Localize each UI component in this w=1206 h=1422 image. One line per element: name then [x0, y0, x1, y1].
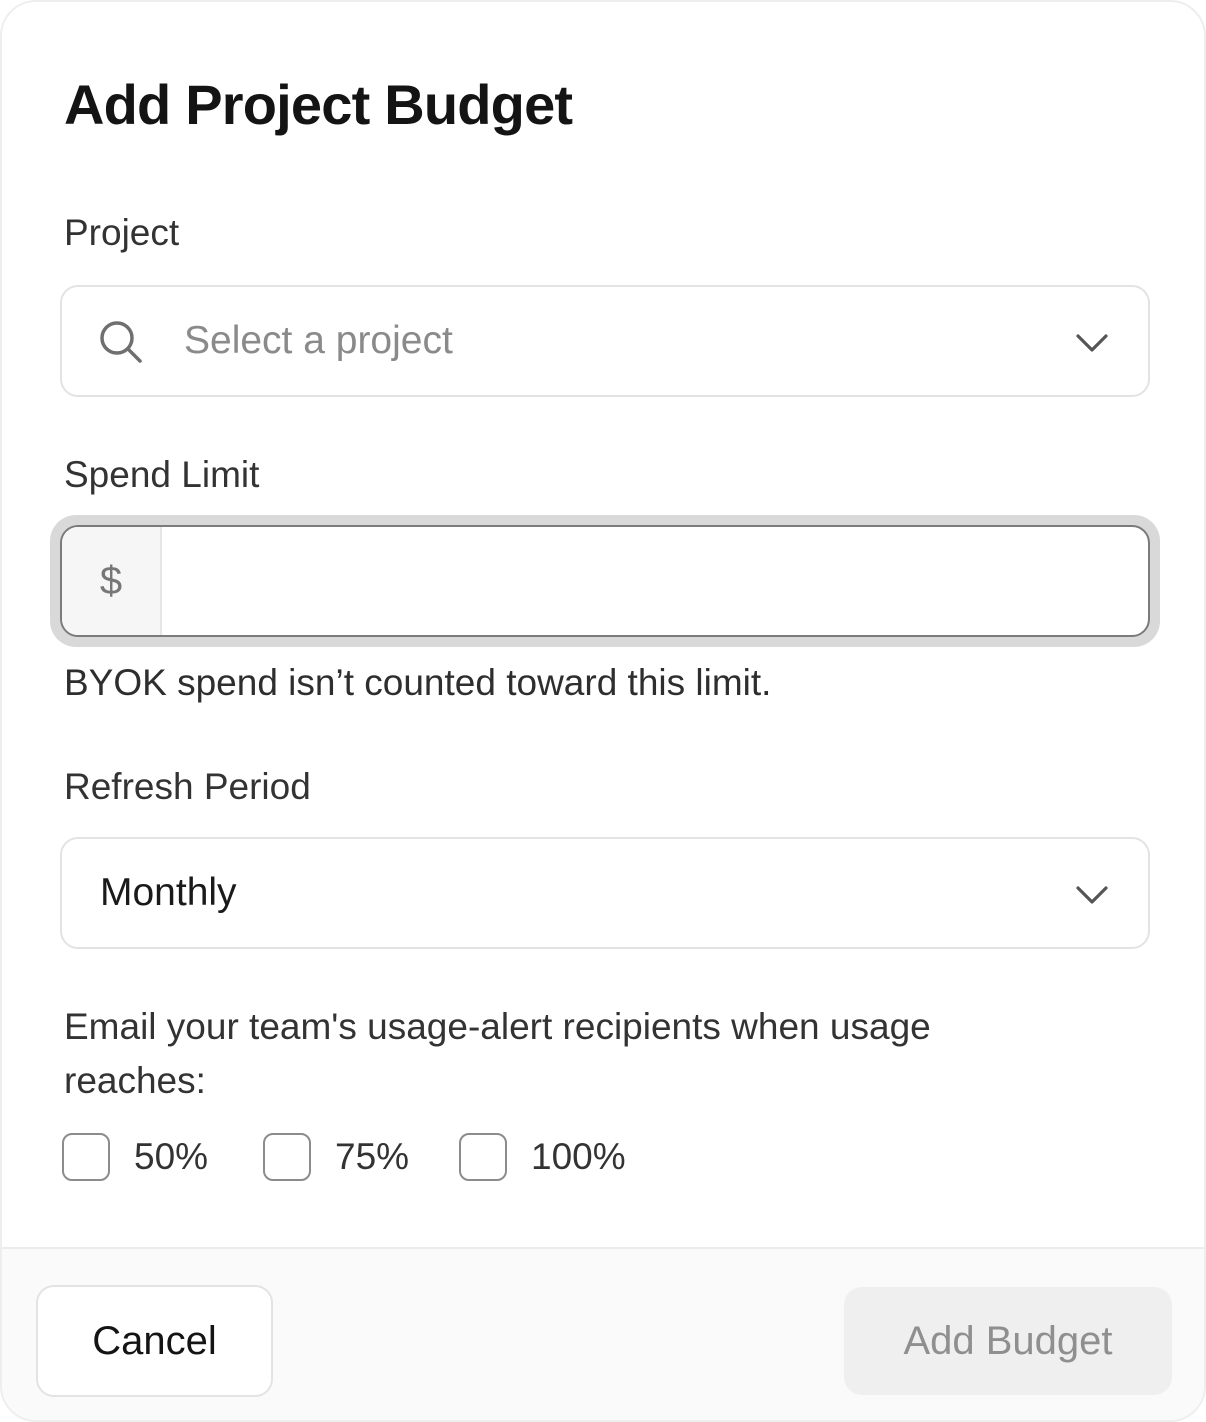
chevron-down-icon	[1076, 334, 1108, 352]
refresh-period-select[interactable]: Monthly	[60, 837, 1150, 949]
threshold-100-label: 100%	[531, 1136, 626, 1177]
refresh-period-value: Monthly	[100, 871, 237, 914]
threshold-100-option[interactable]: 100%	[459, 1133, 626, 1181]
dialog-footer: Cancel Add Budget	[2, 1247, 1204, 1420]
threshold-75-label: 75%	[335, 1136, 410, 1177]
refresh-period-label: Refresh Period	[64, 766, 311, 807]
spend-limit-label: Spend Limit	[64, 454, 260, 495]
spend-limit-input[interactable]	[166, 527, 1146, 635]
project-label: Project	[64, 212, 180, 253]
search-icon	[100, 321, 142, 363]
chevron-down-icon	[1076, 886, 1108, 904]
spend-limit-focus-ring: $	[50, 515, 1160, 647]
cancel-button[interactable]: Cancel	[36, 1285, 273, 1397]
add-project-budget-dialog: Add Project Budget Project Select a proj…	[0, 0, 1206, 1422]
dialog-title: Add Project Budget	[64, 73, 573, 136]
threshold-50-checkbox[interactable]	[62, 1133, 110, 1181]
usage-alert-description: Email your team's usage-alert recipients…	[64, 1006, 931, 1101]
project-select[interactable]: Select a project	[60, 285, 1150, 397]
add-budget-button[interactable]: Add Budget	[844, 1287, 1172, 1395]
threshold-75-checkbox[interactable]	[263, 1133, 311, 1181]
project-select-placeholder: Select a project	[184, 319, 453, 362]
threshold-100-checkbox[interactable]	[459, 1133, 507, 1181]
threshold-50-option[interactable]: 50%	[62, 1133, 208, 1181]
threshold-75-option[interactable]: 75%	[263, 1133, 409, 1181]
currency-prefix: $	[62, 527, 162, 635]
spend-limit-field[interactable]: $	[60, 525, 1150, 637]
threshold-50-label: 50%	[134, 1136, 209, 1177]
spend-limit-hint: BYOK spend isn’t counted toward this lim…	[64, 662, 772, 703]
